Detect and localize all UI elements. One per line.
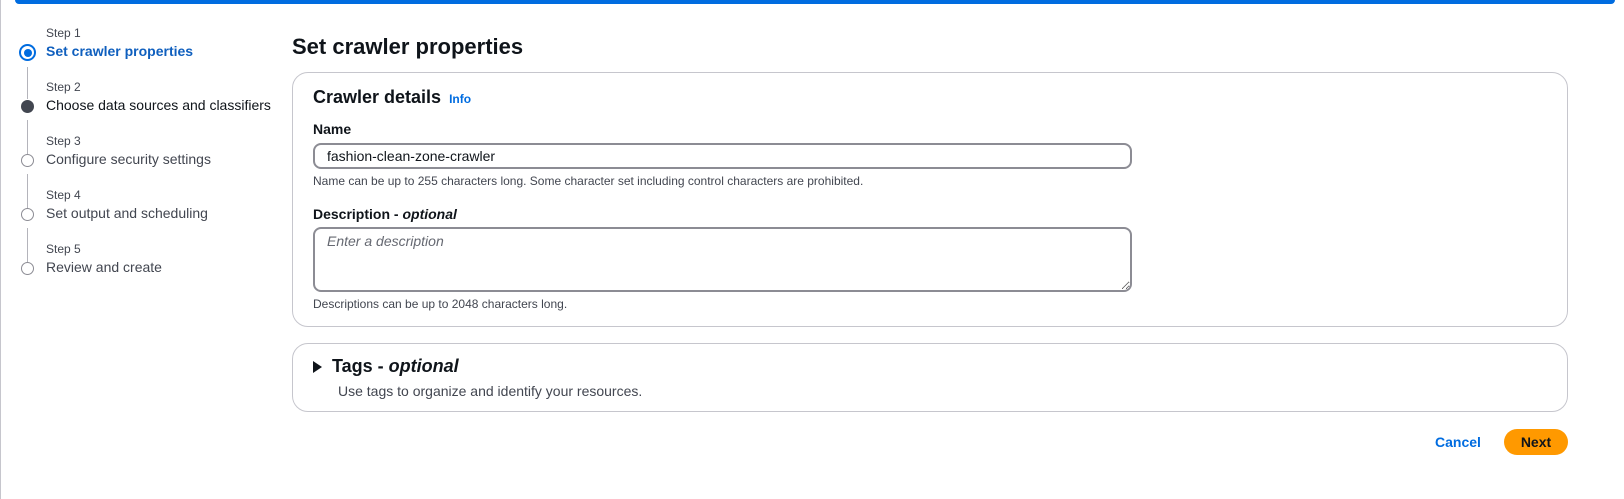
step-filled-icon (21, 100, 34, 113)
description-label-text: Description - (313, 206, 403, 222)
name-label: Name (313, 121, 352, 137)
wizard-step-3: Step 3 Configure security settings (19, 130, 279, 180)
step-number: Step 1 (46, 26, 81, 40)
step-title: Review and create (46, 259, 162, 275)
step-title: Set crawler properties (46, 43, 194, 59)
tags-optional-text: optional (388, 356, 459, 376)
step-title: Set output and scheduling (46, 205, 208, 221)
step-number: Step 5 (46, 242, 81, 256)
tags-panel: Tags - optional Use tags to organize and… (292, 343, 1568, 412)
info-link[interactable]: Info (449, 92, 471, 106)
crawler-details-panel: Crawler details Info Name Name can be up… (292, 72, 1568, 327)
browser-frame: Step 1 Set crawler properties Step 2 Cho… (0, 0, 1624, 499)
step-empty-icon (21, 208, 34, 221)
step-number: Step 2 (46, 80, 81, 94)
wizard-step-2[interactable]: Step 2 Choose data sources and classifie… (19, 76, 279, 126)
step-active-icon (19, 44, 36, 61)
description-label: Description - optional (313, 206, 457, 222)
step-number: Step 4 (46, 188, 81, 202)
step-empty-icon (21, 154, 34, 167)
cancel-button[interactable]: Cancel (1425, 430, 1491, 454)
tags-expand-toggle[interactable]: Tags - optional (313, 356, 459, 377)
crawler-details-heading: Crawler details (313, 87, 442, 107)
step-title: Configure security settings (46, 151, 211, 167)
step-empty-icon (21, 262, 34, 275)
wizard-step-1[interactable]: Step 1 Set crawler properties (19, 22, 279, 72)
next-button[interactable]: Next (1504, 429, 1568, 455)
top-accent-bar (15, 0, 1615, 4)
tags-heading-text: Tags - (332, 356, 389, 376)
description-optional-text: optional (402, 206, 457, 222)
tags-description: Use tags to organize and identify your r… (338, 383, 643, 399)
description-textarea[interactable] (313, 227, 1132, 292)
wizard-step-5: Step 5 Review and create (19, 238, 279, 288)
tags-heading: Tags - optional (332, 356, 459, 377)
step-title: Choose data sources and classifiers (46, 97, 271, 113)
caret-right-icon (313, 360, 322, 373)
page-title: Set crawler properties (292, 34, 524, 59)
step-number: Step 3 (46, 134, 81, 148)
name-constraint-text: Name can be up to 255 characters long. S… (313, 174, 864, 188)
description-constraint-text: Descriptions can be up to 2048 character… (313, 297, 568, 311)
crawler-details-header: Crawler details Info (313, 87, 471, 108)
crawler-name-input[interactable] (313, 143, 1132, 169)
wizard-step-4: Step 4 Set output and scheduling (19, 184, 279, 234)
